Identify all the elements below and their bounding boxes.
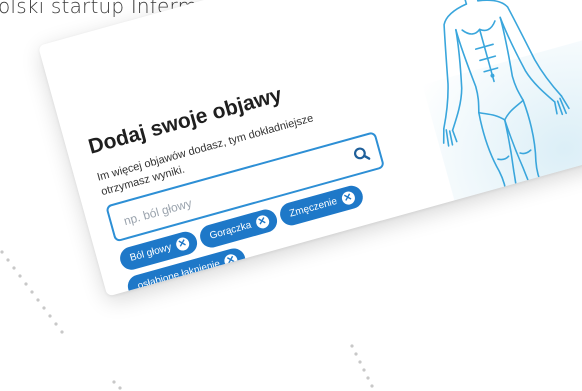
search-icon[interactable]: [351, 143, 373, 165]
symptom-chip-label: Ból głowy: [128, 241, 173, 264]
symptom-chip-label: Zmęczenie: [288, 195, 339, 220]
remove-chip-icon[interactable]: ✕: [339, 190, 356, 207]
symptom-chip-label: Gorączka: [208, 219, 253, 242]
remove-chip-icon[interactable]: ✕: [254, 213, 271, 230]
remove-chip-icon[interactable]: ✕: [174, 236, 191, 253]
